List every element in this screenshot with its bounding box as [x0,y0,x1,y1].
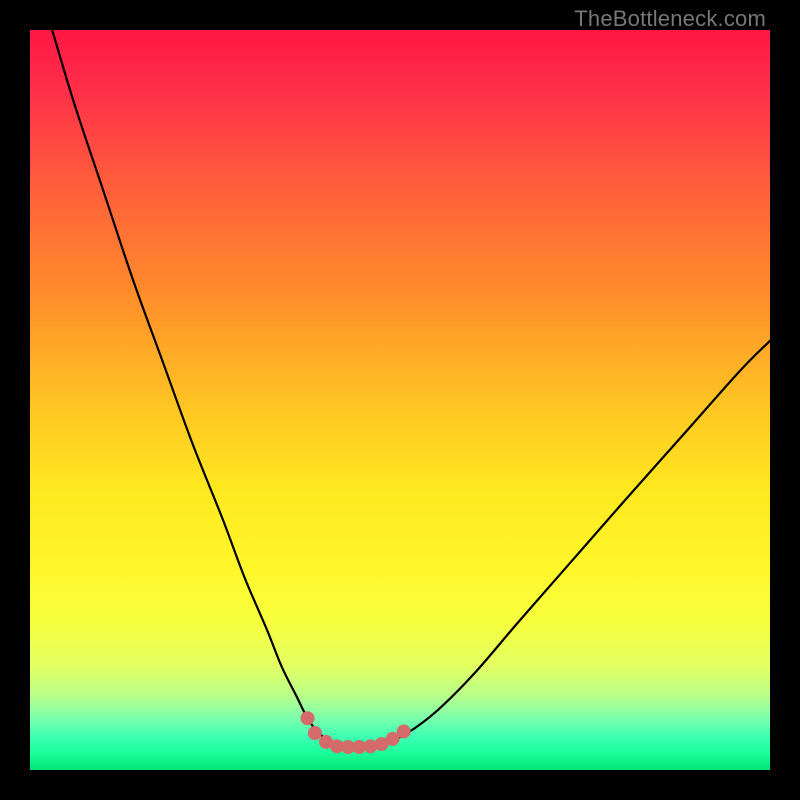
curve-layer [30,30,770,770]
plateau-marker [301,711,315,725]
plot-area [30,30,770,770]
minimum-plateau-markers [301,711,411,754]
plateau-marker [397,725,411,739]
bottleneck-curve [52,30,770,747]
watermark-text: TheBottleneck.com [574,6,766,32]
chart-frame: TheBottleneck.com [0,0,800,800]
plateau-marker [308,726,322,740]
